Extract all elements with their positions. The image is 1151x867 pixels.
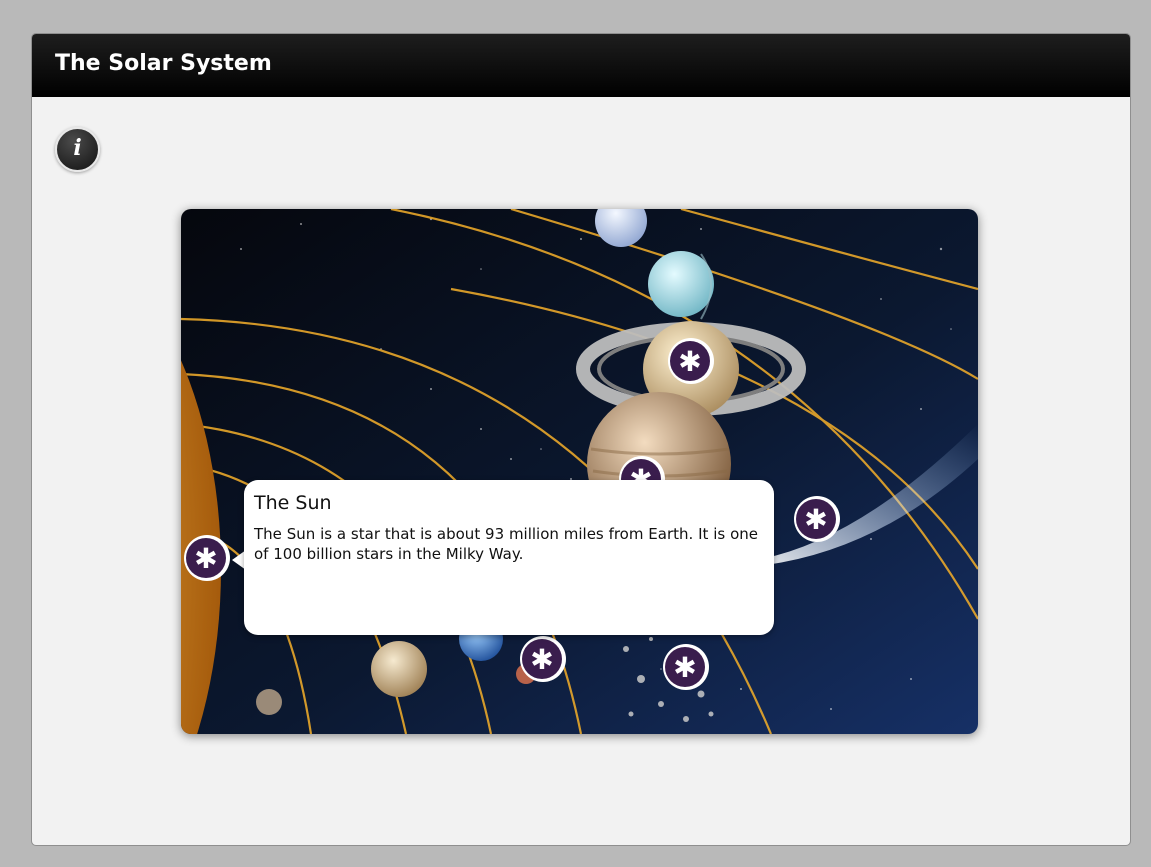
hotspot-saturn[interactable]: ✱ bbox=[668, 338, 714, 384]
solar-system-image: ✱ ✱ ✱ ✱ ✱ ✱ bbox=[181, 209, 978, 734]
asterisk-icon: ✱ bbox=[804, 503, 827, 536]
callout-body: The Sun is a star that is about 93 milli… bbox=[254, 525, 758, 563]
hotspot-sun[interactable]: ✱ bbox=[184, 535, 230, 581]
asterisk-icon: ✱ bbox=[194, 542, 217, 575]
title-bar: The Solar System bbox=[32, 34, 1130, 97]
asterisk-icon: ✱ bbox=[530, 643, 553, 676]
hotspot-earth[interactable]: ✱ bbox=[520, 636, 566, 682]
asterisk-icon: ✱ bbox=[673, 651, 696, 684]
sun-info-callout: The Sun The Sun is a star that is about … bbox=[244, 480, 774, 635]
info-icon: i bbox=[73, 135, 82, 161]
info-button[interactable]: i bbox=[55, 127, 100, 172]
hotspot-asteroid-belt[interactable]: ✱ bbox=[663, 644, 709, 690]
callout-title: The Sun bbox=[254, 492, 332, 514]
page-title: The Solar System bbox=[55, 51, 272, 76]
hotspot-comet[interactable]: ✱ bbox=[794, 496, 840, 542]
asterisk-icon: ✱ bbox=[678, 345, 701, 378]
